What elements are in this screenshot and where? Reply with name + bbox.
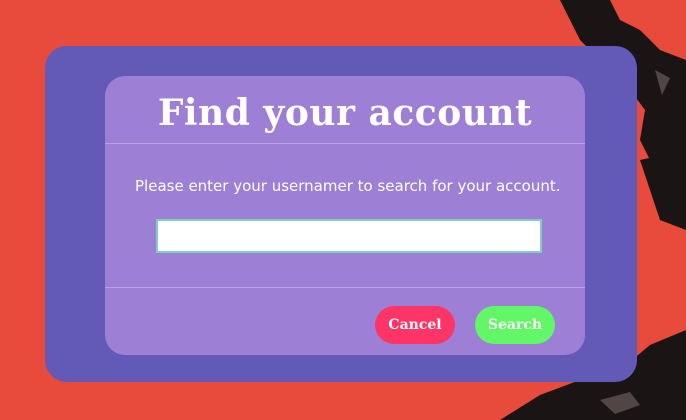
username-input[interactable]: [156, 219, 542, 253]
cancel-button[interactable]: Cancel: [375, 306, 455, 344]
dialog-title: Find your account: [157, 91, 533, 134]
dialog-footer: Cancel Search: [105, 288, 585, 355]
dialog-backdrop-card: Find your account Please enter your user…: [45, 46, 637, 382]
search-button[interactable]: Search: [475, 306, 555, 344]
instruction-text: Please enter your usernamer to search fo…: [135, 177, 561, 195]
dialog-header: Find your account: [105, 76, 585, 144]
find-account-dialog: Find your account Please enter your user…: [105, 76, 585, 355]
dialog-body: Please enter your usernamer to search fo…: [105, 144, 585, 288]
